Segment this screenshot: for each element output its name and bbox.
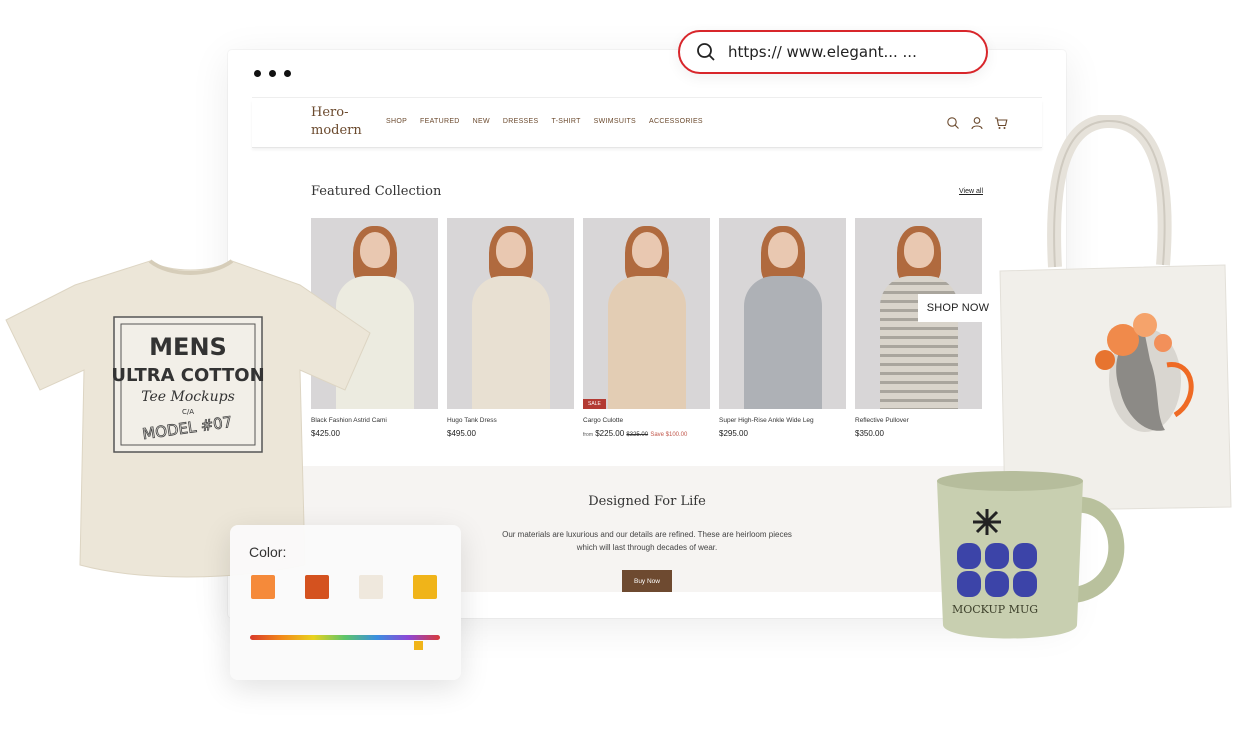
- save-amount: Save $100.00: [650, 432, 688, 438]
- product-price: $295.00: [719, 429, 748, 438]
- product-grid: Black Fashion Astrid Cami $425.00 Hugo T…: [311, 218, 982, 438]
- menu-item-dresses[interactable]: DRESSES: [503, 118, 539, 125]
- mug-text: MOCKUP MUG: [952, 603, 1038, 616]
- product-image[interactable]: [719, 218, 846, 409]
- product-image[interactable]: [447, 218, 574, 409]
- tshirt-line2: ULTRA COTTON: [111, 365, 264, 386]
- swatch-rust[interactable]: [305, 575, 329, 599]
- url-bar[interactable]: https:// www.elegant... ...: [678, 30, 988, 74]
- tshirt-line1: MENS: [149, 333, 227, 361]
- menu-item-new[interactable]: NEW: [473, 118, 490, 125]
- color-label: Color:: [249, 544, 287, 560]
- menu-item-accessories[interactable]: ACCESSORIES: [649, 118, 703, 125]
- user-icon[interactable]: [970, 116, 984, 130]
- swatch-orange[interactable]: [251, 575, 275, 599]
- store-nav: Hero- modern SHOP FEATURED NEW DRESSES T…: [252, 100, 1042, 148]
- product-name[interactable]: Cargo Culotte: [583, 417, 710, 424]
- designed-text: Our materials are luxurious and our deta…: [502, 530, 792, 552]
- product-card[interactable]: Super High-Rise Ankle Wide Leg $295.00: [719, 218, 846, 438]
- product-price: $350.00: [855, 429, 884, 438]
- search-icon: [697, 43, 715, 61]
- product-card[interactable]: SALE Cargo Culotte from $225.00 $325.00 …: [583, 218, 710, 438]
- shop-now-button[interactable]: SHOP NOW: [918, 294, 998, 322]
- menu-item-swimsuits[interactable]: SWIMSUITS: [594, 118, 636, 125]
- swatch-cream[interactable]: [359, 575, 383, 599]
- product-name[interactable]: Reflective Pullover: [855, 417, 982, 424]
- color-slider-thumb[interactable]: [414, 641, 423, 650]
- menu-item-tshirt[interactable]: T-SHIRT: [551, 118, 580, 125]
- buy-now-button[interactable]: Buy Now: [622, 570, 672, 592]
- window-dots: [254, 70, 291, 77]
- view-all-link[interactable]: View all: [959, 188, 983, 195]
- swatch-yellow[interactable]: [413, 575, 437, 599]
- product-image[interactable]: SALE: [583, 218, 710, 409]
- sale-badge: SALE: [583, 399, 606, 409]
- mug-mockup: MOCKUP MUG: [937, 471, 1125, 639]
- color-picker-card: Color:: [230, 525, 461, 680]
- url-text: https:// www.elegant... ...: [728, 43, 917, 61]
- product-card[interactable]: Hugo Tank Dress $495.00: [447, 218, 574, 438]
- product-price: from $225.00 $325.00 Save $100.00: [583, 429, 688, 438]
- product-price: $495.00: [447, 429, 476, 438]
- product-name[interactable]: Hugo Tank Dress: [447, 417, 574, 424]
- old-price: $325.00: [626, 432, 649, 438]
- search-icon[interactable]: [946, 116, 960, 130]
- menu-item-featured[interactable]: FEATURED: [420, 118, 460, 125]
- color-slider[interactable]: [250, 635, 440, 640]
- product-card[interactable]: Reflective Pullover $350.00: [855, 218, 982, 438]
- tote-bag-mockup: [999, 115, 1232, 512]
- main-menu: SHOP FEATURED NEW DRESSES T-SHIRT SWIMSU…: [386, 118, 716, 125]
- section-title: Featured Collection: [311, 184, 442, 199]
- tshirt-line3: Tee Mockups: [141, 389, 235, 405]
- store-logo[interactable]: Hero- modern: [311, 104, 371, 140]
- product-name[interactable]: Super High-Rise Ankle Wide Leg: [719, 417, 846, 424]
- menu-item-shop[interactable]: SHOP: [386, 118, 407, 125]
- tshirt-line4: C/A: [182, 408, 194, 416]
